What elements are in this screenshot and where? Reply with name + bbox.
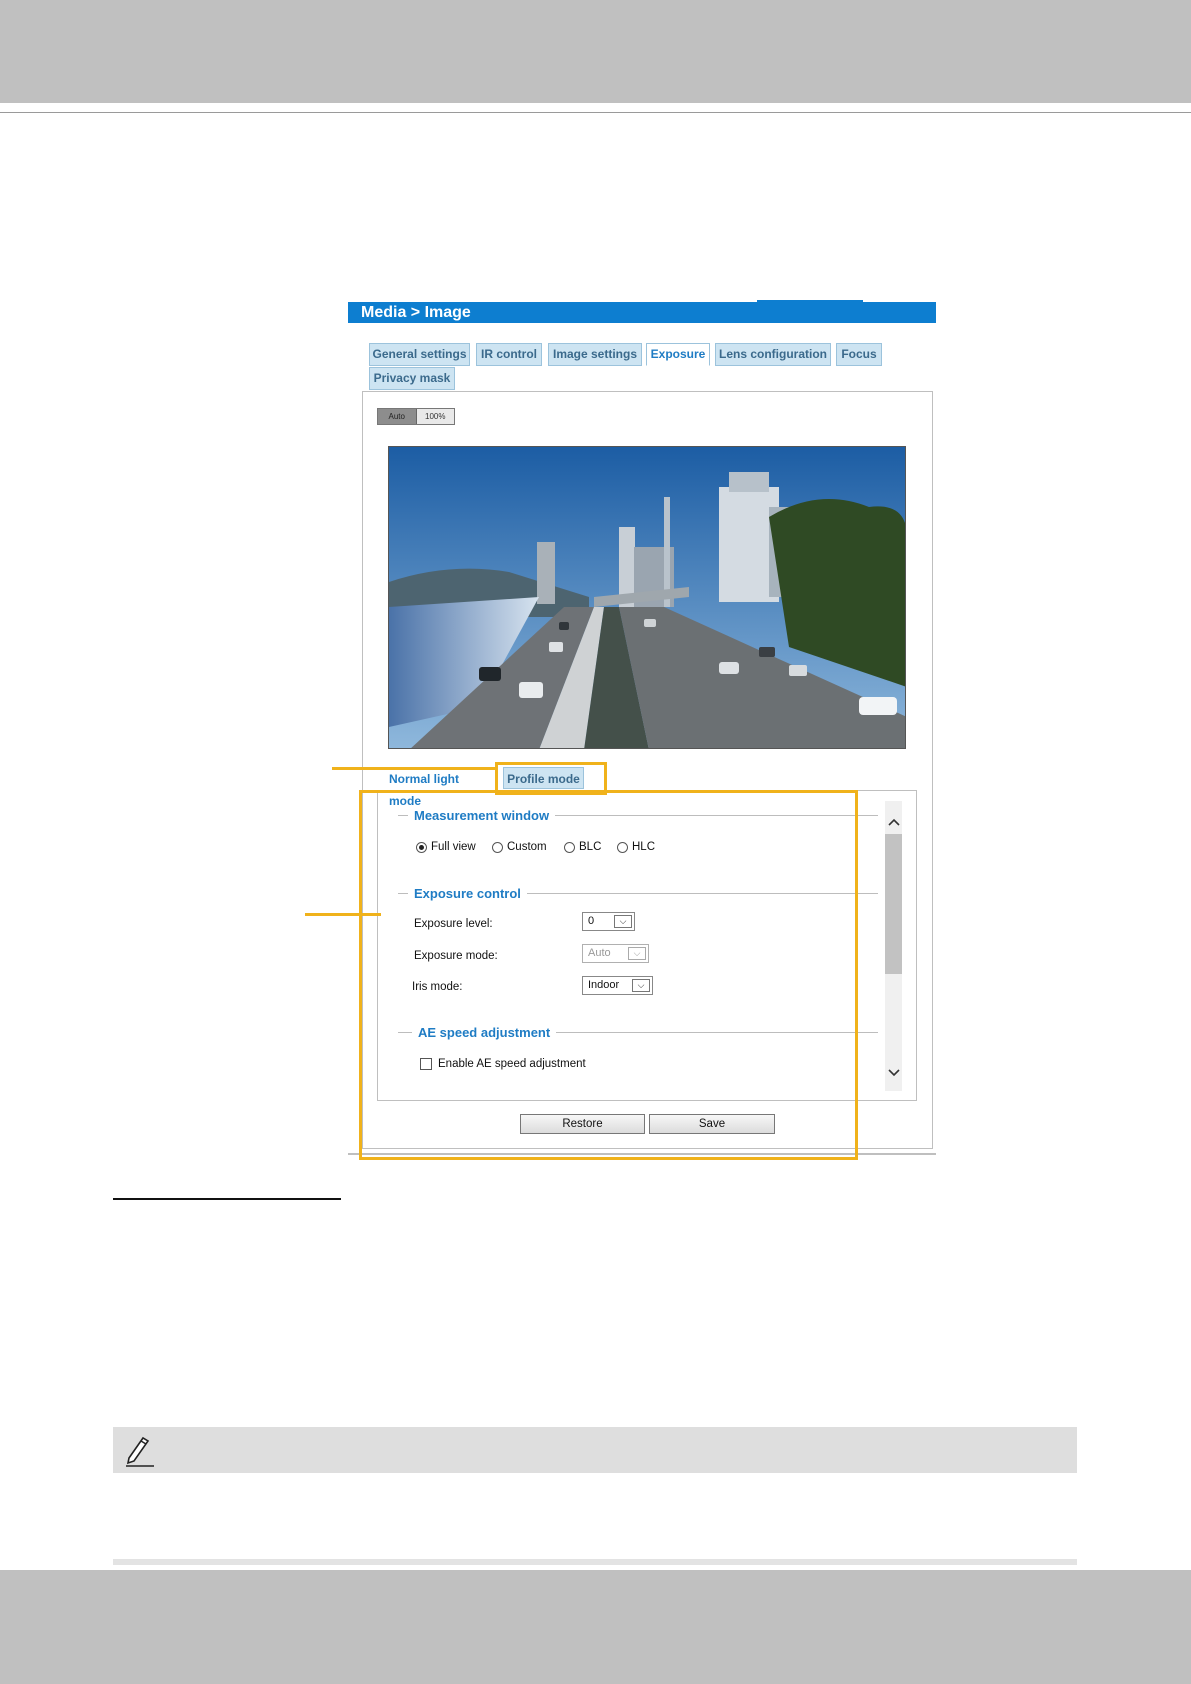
footer-divider — [113, 1559, 1077, 1565]
chevron-up-icon[interactable] — [885, 812, 902, 830]
tab-general-settings[interactable]: General settings — [369, 343, 470, 366]
callout-line-settings — [305, 913, 381, 916]
callout-line-profile-mode — [332, 767, 495, 770]
section-underline — [113, 1198, 341, 1200]
zoom-buttons: Auto 100% — [377, 408, 455, 425]
zoom-100-button[interactable]: 100% — [416, 409, 454, 424]
note-bar — [113, 1427, 1077, 1473]
page-header-band — [0, 0, 1191, 103]
header-divider — [0, 112, 1191, 113]
video-image — [389, 447, 905, 748]
page-footer-band — [0, 1570, 1191, 1684]
chevron-down-icon[interactable] — [885, 1063, 902, 1081]
tab-focus[interactable]: Focus — [836, 343, 882, 366]
zoom-auto-button[interactable]: Auto — [378, 409, 417, 424]
settings-highlight — [359, 790, 858, 1160]
live-video-view[interactable] — [388, 446, 906, 749]
tab-privacy-mask[interactable]: Privacy mask — [369, 367, 455, 390]
pencil-note-icon — [120, 1432, 156, 1468]
tab-lens-configuration[interactable]: Lens configuration — [715, 343, 831, 366]
scrollbar-thumb[interactable] — [885, 834, 902, 974]
page-title: Media > Image — [348, 302, 936, 323]
tab-normal-light-mode[interactable]: Normal light mode — [389, 768, 494, 808]
tab-image-settings[interactable]: Image settings — [548, 343, 642, 366]
tab-exposure[interactable]: Exposure — [646, 343, 710, 366]
tab-ir-control[interactable]: IR control — [476, 343, 542, 366]
